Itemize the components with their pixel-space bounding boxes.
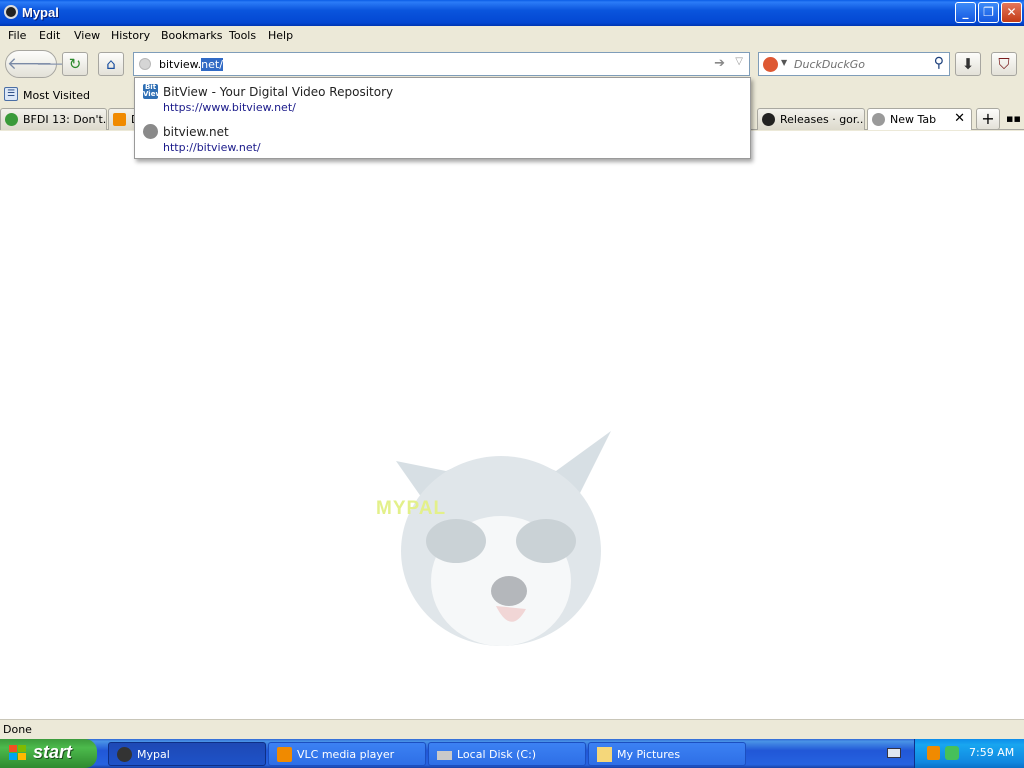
menu-bar: File Edit View History Bookmarks Tools H…	[0, 26, 1024, 46]
duckduckgo-icon[interactable]	[763, 57, 778, 72]
maximize-button[interactable]: ❐	[978, 2, 999, 23]
search-engine-caret-icon[interactable]: ▼	[781, 58, 787, 67]
bfdi-icon	[5, 113, 18, 126]
start-button[interactable]: start	[0, 739, 97, 768]
taskbar-item-label: My Pictures	[617, 748, 681, 761]
taskbar-item-vlc[interactable]: VLC media player	[268, 742, 426, 766]
suggestion-title: BitView - Your Digital Video Repository	[163, 85, 394, 99]
list-all-tabs-icon[interactable]: ▪▪	[1006, 112, 1021, 125]
url-text-plain: bitview.	[159, 58, 202, 71]
status-bar: Done	[0, 719, 1024, 739]
raccoon-logo-icon	[396, 431, 611, 646]
github-icon	[762, 113, 775, 126]
globe-icon	[143, 124, 158, 139]
drive-icon	[437, 751, 452, 760]
suggestion-url: http://bitview.net/	[163, 141, 261, 154]
home-button[interactable]: ⌂	[98, 52, 124, 76]
minimize-button[interactable]: _	[955, 2, 976, 23]
tab-label: BFDI 13: Don't...	[23, 113, 107, 126]
menu-help[interactable]: Help	[268, 29, 293, 42]
globe-icon	[872, 113, 885, 126]
start-label: start	[33, 742, 73, 762]
search-input[interactable]: DuckDuckGo	[794, 58, 865, 71]
windows-flag-icon	[9, 745, 27, 762]
status-text: Done	[3, 723, 32, 736]
search-icon[interactable]: ⚲	[934, 55, 944, 71]
windows-taskbar: start Mypal VLC media player Local Disk …	[0, 739, 1024, 768]
taskbar-item-label: Mypal	[137, 748, 170, 761]
tab-github-releases[interactable]: Releases · gor...	[757, 108, 865, 130]
network-tray-icon[interactable]	[945, 746, 959, 760]
back-forward-group: 🡐 🡒	[5, 50, 76, 78]
taskbar-item-label: VLC media player	[297, 748, 395, 761]
url-bar[interactable]: bitview.net/ ➔ ▽	[133, 52, 750, 76]
tab-new-tab[interactable]: New Tab ✕	[867, 108, 972, 130]
window-title: Mypal	[22, 5, 59, 20]
menu-history[interactable]: History	[111, 29, 150, 42]
taskbar-item-mypal[interactable]: Mypal	[108, 742, 266, 766]
menu-view[interactable]: View	[74, 29, 100, 42]
tab-label: Releases · gor...	[780, 113, 865, 126]
tab-close-icon[interactable]: ✕	[954, 111, 965, 126]
tab-bfdi[interactable]: BFDI 13: Don't...	[0, 108, 107, 130]
vlc-cone-icon	[113, 113, 126, 126]
forward-button[interactable]: 🡒	[36, 52, 76, 76]
site-identity-icon[interactable]	[139, 58, 151, 70]
mypal-app-icon[interactable]	[4, 5, 18, 19]
mypal-icon	[117, 747, 132, 762]
go-arrow-icon[interactable]: ➔	[714, 56, 725, 71]
autocomplete-item[interactable]: bitview.net http://bitview.net/	[135, 118, 750, 157]
suggestion-url: https://www.bitview.net/	[163, 101, 296, 114]
menu-file[interactable]: File	[8, 29, 26, 42]
taskbar-item-my-pictures[interactable]: My Pictures	[588, 742, 746, 766]
tab-label: New Tab	[890, 113, 937, 126]
new-tab-button[interactable]: +	[976, 108, 1000, 130]
mypal-logo-text: MYPAL	[376, 498, 447, 519]
url-input[interactable]: bitview.net/	[159, 58, 223, 71]
bitview-icon: Bit View	[143, 83, 162, 99]
menu-bookmarks[interactable]: Bookmarks	[161, 29, 222, 42]
url-autocomplete-popup: Bit View BitView - Your Digital Video Rep…	[134, 77, 751, 159]
keyboard-icon[interactable]	[887, 748, 901, 758]
clock[interactable]: 7:59 AM	[969, 746, 1014, 759]
reload-button[interactable]: ↻	[62, 52, 88, 76]
folder-icon	[597, 747, 612, 762]
system-tray: 7:59 AM	[914, 739, 1024, 768]
page-content: MYPAL	[0, 131, 1024, 719]
ublock-button[interactable]: ⛉	[991, 52, 1017, 76]
history-dropdown-icon[interactable]: ▽	[735, 56, 743, 67]
menu-edit[interactable]: Edit	[39, 29, 60, 42]
most-visited-icon: ☰	[4, 87, 18, 101]
search-bar[interactable]: ▼ DuckDuckGo ⚲	[758, 52, 950, 76]
back-button[interactable]: 🡐	[7, 52, 53, 76]
window-titlebar[interactable]: Mypal _ ❐ ✕	[0, 0, 1024, 26]
taskbar-item-local-disk[interactable]: Local Disk (C:)	[428, 742, 586, 766]
menu-tools[interactable]: Tools	[229, 29, 256, 42]
close-button[interactable]: ✕	[1001, 2, 1022, 23]
suggestion-title: bitview.net	[163, 125, 229, 139]
autocomplete-item[interactable]: Bit View BitView - Your Digital Video Rep…	[135, 78, 750, 117]
vlc-cone-icon	[277, 747, 292, 762]
downloads-button[interactable]: ⬇	[955, 52, 981, 76]
bookmark-most-visited[interactable]: Most Visited	[23, 89, 90, 102]
taskbar-item-label: Local Disk (C:)	[457, 748, 537, 761]
url-text-selected: net/	[201, 58, 223, 71]
vlc-tray-icon[interactable]	[927, 746, 940, 760]
